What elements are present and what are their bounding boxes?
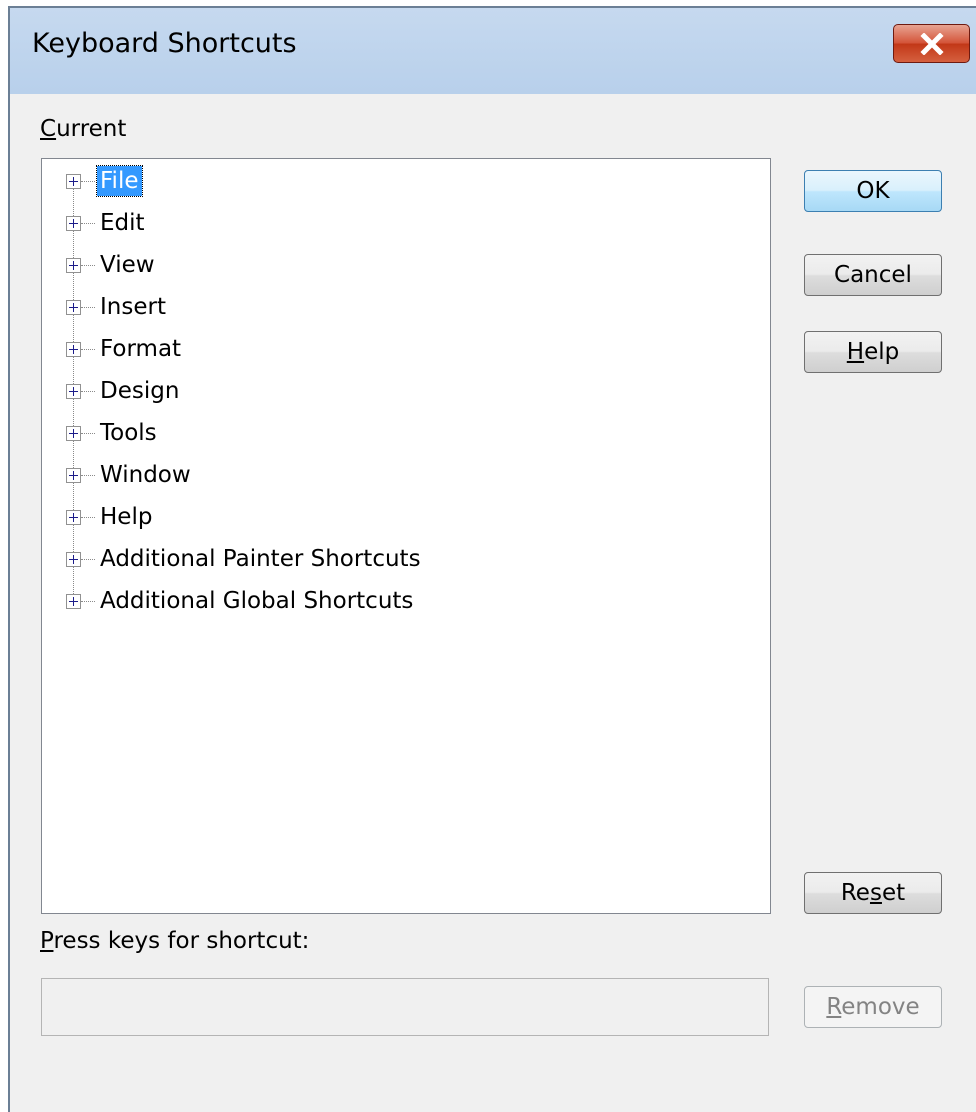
dialog-title: Keyboard Shortcuts bbox=[32, 28, 297, 59]
tree-item[interactable]: Tools bbox=[42, 412, 770, 454]
tree-item[interactable]: Window bbox=[42, 454, 770, 496]
keyboard-shortcuts-dialog: Keyboard Shortcuts Current File Edit View I… bbox=[8, 6, 976, 1112]
shortcut-keys-label: Press keys for shortcut: bbox=[40, 928, 310, 954]
tree-connector-line bbox=[81, 517, 95, 518]
expand-plus-icon[interactable] bbox=[66, 300, 81, 315]
expand-plus-icon[interactable] bbox=[66, 258, 81, 273]
remove-button[interactable]: Remove bbox=[804, 986, 942, 1028]
expand-plus-icon[interactable] bbox=[66, 384, 81, 399]
tree-connector-line bbox=[81, 307, 95, 308]
tree-item-label: Edit bbox=[100, 210, 145, 236]
tree-item-label: Design bbox=[100, 378, 180, 404]
tree-connector-line bbox=[81, 475, 95, 476]
expand-plus-icon[interactable] bbox=[66, 468, 81, 483]
tree-item[interactable]: View bbox=[42, 244, 770, 286]
tree-item-label: Format bbox=[100, 336, 182, 362]
tree-connector-line bbox=[81, 559, 95, 560]
tree-connector-line bbox=[81, 223, 95, 224]
expand-plus-icon[interactable] bbox=[66, 174, 81, 189]
expand-plus-icon[interactable] bbox=[66, 552, 81, 567]
expand-plus-icon[interactable] bbox=[66, 510, 81, 525]
tree-connector-line bbox=[81, 181, 95, 182]
ok-button[interactable]: OK bbox=[804, 170, 942, 212]
tree-item-label: Additional Global Shortcuts bbox=[100, 588, 414, 614]
dialog-body: Current File Edit View Insert Format Design To… bbox=[10, 94, 976, 1112]
tree-item[interactable]: Additional Global Shortcuts bbox=[42, 580, 770, 622]
tree-item[interactable]: Design bbox=[42, 370, 770, 412]
shortcut-tree[interactable]: File Edit View Insert Format Design Tools Windo… bbox=[41, 158, 771, 914]
expand-plus-icon[interactable] bbox=[66, 426, 81, 441]
tree-item-label: Additional Painter Shortcuts bbox=[100, 546, 421, 572]
close-icon bbox=[919, 32, 944, 55]
tree-item-label: Insert bbox=[100, 294, 166, 320]
tree-item-label: Help bbox=[100, 504, 153, 530]
tree-item[interactable]: Edit bbox=[42, 202, 770, 244]
cancel-button[interactable]: Cancel bbox=[804, 254, 942, 296]
expand-plus-icon[interactable] bbox=[66, 594, 81, 609]
tree-item[interactable]: Help bbox=[42, 496, 770, 538]
close-button[interactable] bbox=[893, 24, 970, 63]
tree-item[interactable]: Insert bbox=[42, 286, 770, 328]
tree-connector-line bbox=[81, 391, 95, 392]
tree-item[interactable]: File bbox=[42, 160, 770, 202]
expand-plus-icon[interactable] bbox=[66, 342, 81, 357]
tree-item[interactable]: Format bbox=[42, 328, 770, 370]
reset-button[interactable]: Reset bbox=[804, 872, 942, 914]
shortcut-keys-input[interactable] bbox=[41, 978, 769, 1036]
tree-item-label: File bbox=[96, 165, 143, 197]
current-label: Current bbox=[40, 116, 127, 142]
tree-item-label: Tools bbox=[100, 420, 157, 446]
tree-connector-line bbox=[81, 349, 95, 350]
tree-connector-line bbox=[81, 601, 95, 602]
tree-item[interactable]: Additional Painter Shortcuts bbox=[42, 538, 770, 580]
tree-connector-line bbox=[81, 433, 95, 434]
expand-plus-icon[interactable] bbox=[66, 216, 81, 231]
tree-item-label: Window bbox=[100, 462, 191, 488]
tree-connector-line bbox=[81, 265, 95, 266]
title-bar[interactable]: Keyboard Shortcuts bbox=[10, 8, 976, 94]
help-button[interactable]: Help bbox=[804, 331, 942, 373]
tree-item-label: View bbox=[100, 252, 155, 278]
